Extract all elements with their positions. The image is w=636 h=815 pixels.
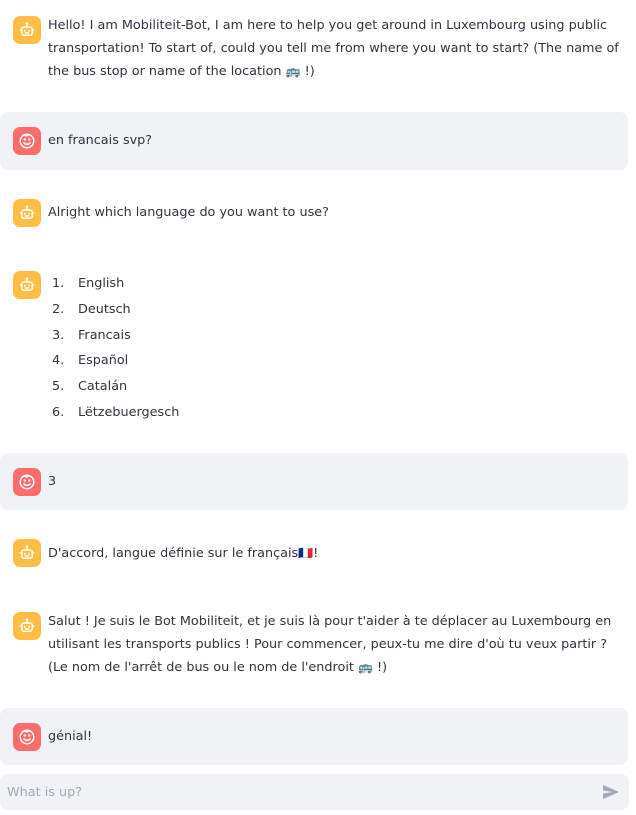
robot-face-icon — [19, 277, 35, 291]
message-text: Salut ! Je suis le Bot Mobiliteit, et je… — [48, 610, 622, 679]
message-content: Alright which language do you want to us… — [48, 205, 329, 220]
list-number: 6. — [52, 404, 65, 420]
chat-message-assistant: D'accord, langue définie sur le français… — [0, 510, 628, 596]
chat-message-user: 3 — [0, 453, 628, 510]
list-number: 5. — [52, 379, 65, 395]
chat-message-assistant: 1. English 2. Deutsch 3. Francais 4. Esp… — [0, 256, 628, 452]
chat-message-user: génial! — [0, 708, 628, 765]
list-number: 4. — [52, 353, 65, 369]
list-label: Francais — [78, 327, 131, 343]
send-arrow-icon — [603, 785, 619, 799]
message-content: Salut ! Je suis le Bot Mobiliteit, et je… — [48, 614, 612, 675]
message-text: Alright which language do you want to us… — [48, 201, 622, 224]
list-item: 2. Deutsch — [48, 297, 622, 323]
list-number: 3. — [52, 327, 65, 343]
assistant-avatar — [13, 612, 41, 640]
smiley-face-icon — [19, 133, 35, 149]
list-item: 6. Lëtzebuergesch — [48, 400, 622, 426]
assistant-avatar — [13, 271, 41, 299]
list-label: English — [78, 276, 125, 291]
message-text: Hello! I am Mobiliteit-Bot, I am here to… — [48, 14, 622, 83]
bus-emoji: 🚌 — [357, 660, 373, 674]
user-avatar — [13, 127, 41, 155]
france-flag-emoji: 🇫🇷 — [298, 546, 314, 560]
chat-message-assistant: Alright which language do you want to us… — [0, 170, 628, 256]
smiley-face-icon — [19, 474, 35, 490]
message-suffix: !) — [304, 64, 315, 79]
bus-emoji: 🚌 — [285, 64, 301, 78]
list-item: 5. Catalán — [48, 374, 622, 400]
message-content: D'accord, langue définie sur le français — [48, 546, 299, 561]
message-text: D'accord, langue définie sur le français… — [48, 542, 622, 565]
chat-input[interactable] — [0, 774, 580, 810]
smiley-face-icon — [19, 729, 35, 745]
send-button[interactable] — [601, 783, 621, 801]
list-number: 2. — [52, 301, 65, 317]
list-label: Español — [78, 353, 129, 369]
message-text: 1. English 2. Deutsch 3. Francais 4. Esp… — [48, 271, 622, 426]
message-content: 3 — [48, 474, 57, 489]
message-content: génial! — [48, 729, 93, 744]
message-text: 3 — [48, 470, 622, 493]
list-number: 1. — [52, 276, 65, 291]
list-label: Catalán — [78, 379, 128, 395]
language-list: 1. English 2. Deutsch 3. Francais 4. Esp… — [48, 271, 622, 426]
list-item: 1. English — [48, 271, 622, 297]
robot-face-icon — [19, 205, 35, 219]
message-suffix: ! — [313, 546, 319, 561]
message-text: en francais svp? — [48, 129, 622, 152]
assistant-avatar — [13, 16, 41, 44]
chat-message-user: en francais svp? — [0, 112, 628, 170]
list-item: 3. Francais — [48, 323, 622, 349]
robot-face-icon — [19, 618, 35, 632]
message-content: Hello! I am Mobiliteit-Bot, I am here to… — [48, 18, 619, 79]
list-label: Lëtzebuergesch — [78, 404, 180, 420]
user-avatar — [13, 468, 41, 496]
list-label: Deutsch — [78, 301, 131, 317]
assistant-avatar — [13, 539, 41, 567]
message-content: en francais svp? — [48, 133, 153, 148]
message-text: génial! — [48, 725, 622, 748]
user-avatar — [13, 723, 41, 751]
message-suffix: !) — [377, 660, 388, 675]
chat-input-bar — [0, 774, 629, 810]
chat-message-assistant: Salut ! Je suis le Bot Mobiliteit, et je… — [0, 596, 628, 708]
robot-face-icon — [19, 22, 35, 36]
robot-face-icon — [19, 545, 35, 559]
list-item: 4. Español — [48, 348, 622, 374]
chat-message-assistant: Hello! I am Mobiliteit-Bot, I am here to… — [0, 0, 628, 112]
assistant-avatar — [13, 199, 41, 227]
